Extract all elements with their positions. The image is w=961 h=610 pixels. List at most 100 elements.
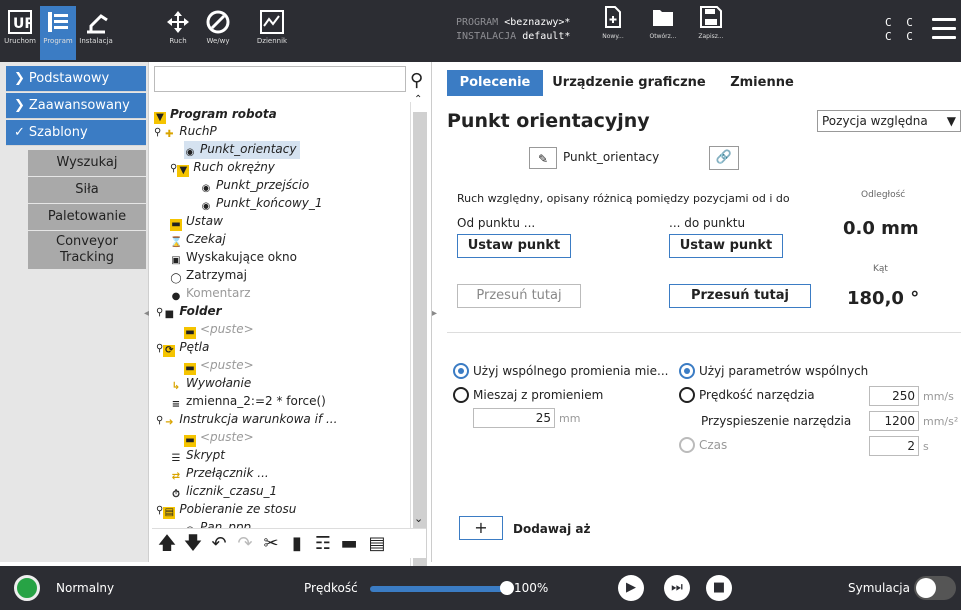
tab-zmienne[interactable]: Zmienne xyxy=(717,70,807,96)
position-type-select[interactable]: Pozycja względna ▼ xyxy=(817,110,961,132)
tree-node-destack[interactable]: ⚲▤ Pobieranie ze stosu xyxy=(156,501,296,519)
tab-urzadzenie-graficzne[interactable]: Urządzenie graficzne xyxy=(549,70,709,96)
speed-slider[interactable] xyxy=(370,586,508,592)
suppress-icon[interactable]: ▤ xyxy=(366,533,388,555)
radius-shared-radio[interactable]: Użyj wspólnego promienia mie... xyxy=(453,362,668,380)
undo-icon[interactable]: ↶ xyxy=(208,533,230,555)
time-radio[interactable]: Czas xyxy=(679,436,727,454)
pencil-icon[interactable]: ✎ xyxy=(529,146,557,169)
time-field[interactable]: 2 xyxy=(869,436,919,456)
tree-node-via-point[interactable]: ◉ Punkt_przejścio xyxy=(200,177,310,195)
nav-zaawansowany[interactable]: ❯ Zaawansowany xyxy=(6,93,146,119)
nav-szablony[interactable]: ✓ Szablony xyxy=(6,120,146,146)
move-down-icon[interactable]: 🡇 xyxy=(182,533,204,555)
tree-node-wait[interactable]: ⌛ Czekaj xyxy=(170,231,226,249)
tree-toggle-icon[interactable]: ⚲ xyxy=(170,163,177,174)
template-wyszukaj[interactable]: Wyszukaj xyxy=(28,150,146,176)
step-icon[interactable]: ⏭ xyxy=(664,575,690,601)
nav-podstawowy[interactable]: ❯ Podstawowy xyxy=(6,66,146,92)
nav-wewy-button[interactable]: We/wy xyxy=(200,6,236,60)
cc-row-1: C C xyxy=(885,16,917,29)
tree-toggle-icon[interactable]: ⚲ xyxy=(156,505,163,516)
add-until-button[interactable]: + xyxy=(459,516,503,540)
to-set-point-button[interactable]: Ustaw punkt xyxy=(669,234,783,258)
tree-node-ruchp[interactable]: ⚲ ✚ RuchP xyxy=(154,123,217,141)
link-icon[interactable]: 🔗 xyxy=(709,146,739,170)
open-file-button[interactable]: Otwórz... xyxy=(644,6,682,40)
tree-node-empty[interactable]: ▬ <puste> xyxy=(184,429,254,447)
move-up-icon[interactable]: 🡅 xyxy=(156,533,178,555)
paste-icon[interactable]: ☶ xyxy=(312,533,334,555)
tool-speed-unit: mm/s xyxy=(923,390,954,403)
scrollbar-thumb[interactable] xyxy=(413,112,427,572)
search-icon[interactable]: ⚲ xyxy=(410,70,423,91)
tree-search-input[interactable] xyxy=(154,66,406,92)
tree-node-empty[interactable]: ▬ <puste> xyxy=(184,321,254,339)
copy-icon[interactable]: ▮ xyxy=(286,533,308,555)
tool-speed-radio[interactable]: Prędkość narzędzia xyxy=(679,386,815,404)
panel-divider-handle[interactable]: ◂ xyxy=(144,308,149,319)
angle-label: Kąt xyxy=(873,264,888,274)
nav-program-label: Program xyxy=(43,37,73,45)
tree-node-label: Skrypt xyxy=(186,448,225,462)
to-move-here-button[interactable]: Przesuń tutaj xyxy=(669,284,811,308)
tree-toggle-icon[interactable]: ⚲ xyxy=(156,343,163,354)
save-file-button[interactable]: Zapisz... xyxy=(692,6,730,40)
blend-radius-field[interactable]: 25 xyxy=(473,408,555,428)
play-icon[interactable]: ▶ xyxy=(618,575,644,601)
template-conveyor-tracking[interactable]: Conveyor Tracking xyxy=(28,231,146,269)
params-shared-radio[interactable]: Użyj parametrów wspólnych xyxy=(679,362,868,380)
stop-icon[interactable]: ■ xyxy=(706,575,732,601)
nav-uruchom-button[interactable]: UR Uruchom xyxy=(2,6,38,60)
simulation-toggle[interactable] xyxy=(914,576,956,600)
radius-blend-radio[interactable]: Mieszaj z promieniem xyxy=(453,386,603,404)
scroll-down-icon[interactable]: ⌄ xyxy=(414,512,423,525)
tool-accel-field[interactable]: 1200 xyxy=(869,411,919,431)
template-sila[interactable]: Siła xyxy=(28,177,146,203)
tree-node-script[interactable]: ☰ Skrypt xyxy=(170,447,225,465)
tab-polecenie[interactable]: Polecenie xyxy=(447,70,543,96)
tree-node-circle-move[interactable]: ⚲ ▼ Ruch okrężny xyxy=(170,159,275,177)
chevron-right-icon: ❯ xyxy=(14,71,25,86)
tree-node-if[interactable]: ⚲ ➜ Instrukcja warunkowa if ... xyxy=(156,411,337,429)
tree-node-assignment[interactable]: ≡ zmienna_2:=2 * force() xyxy=(170,393,326,411)
from-set-point-button[interactable]: Ustaw punkt xyxy=(457,234,571,258)
robot-status-icon[interactable] xyxy=(14,575,40,601)
tree-node-label: licznik_czasu_1 xyxy=(186,484,278,498)
nav-program-button[interactable]: Program xyxy=(40,6,76,60)
nav-ruch-button[interactable]: Ruch xyxy=(160,6,196,60)
cut-icon[interactable]: ✂ xyxy=(260,533,282,555)
tree-node-label: <puste> xyxy=(200,358,254,372)
tree-node-program[interactable]: ▼ Program robota xyxy=(154,106,277,124)
from-move-here-button[interactable]: Przesuń tutaj xyxy=(457,284,581,308)
tree-node-switch[interactable]: ⇄ Przełącznik ... xyxy=(170,465,269,483)
tree-node-comment[interactable]: ● Komentarz xyxy=(170,285,251,303)
delete-icon[interactable]: ▬ xyxy=(338,533,360,555)
template-paletowanie[interactable]: Paletowanie xyxy=(28,204,146,230)
tree-node-call[interactable]: ↳ Wywołanie xyxy=(170,375,251,393)
hamburger-menu-icon[interactable] xyxy=(932,18,956,45)
nav-instalacja-button[interactable]: Instalacja xyxy=(78,6,114,60)
tree-node-waypoint-selected[interactable]: ◉ Punkt_orientacy xyxy=(184,141,301,159)
tree-node-loop[interactable]: ⚲ ⟳ Pętla xyxy=(156,339,209,357)
tree-node-partial[interactable]: ◉Pan_ppp xyxy=(184,519,251,528)
tree-node-label: Pobieranie ze stosu xyxy=(179,502,297,516)
tree-toggle-icon[interactable]: ⚲ xyxy=(154,127,161,138)
tree-node-folder[interactable]: ⚲■ Folder xyxy=(156,303,222,321)
tree-node-end-point[interactable]: ◉ Punkt_końcowy_1 xyxy=(200,195,323,213)
tree-node-empty[interactable]: ▬ <puste> xyxy=(184,357,254,375)
redo-icon[interactable]: ↷ xyxy=(234,533,256,555)
tool-speed-field[interactable]: 250 xyxy=(869,386,919,406)
tree-node-set[interactable]: ▬ Ustaw xyxy=(170,213,223,231)
tree-node-timer[interactable]: ⏱ licznik_czasu_1 xyxy=(170,483,277,501)
speed-slider-handle[interactable] xyxy=(500,581,514,595)
tree-toggle-icon[interactable]: ⚲ xyxy=(156,307,163,318)
tree-node-halt[interactable]: ◯ Zatrzymaj xyxy=(170,267,247,285)
scroll-up-icon[interactable]: ⌃ xyxy=(414,94,422,105)
nav-dziennik-button[interactable]: Dziennik xyxy=(252,6,292,60)
robot-arm-icon xyxy=(87,14,108,34)
tree-toolbar: 🡅 🡇 ↶ ↷ ✂ ▮ ☶ ▬ ▤ xyxy=(152,528,426,558)
new-file-button[interactable]: Nowy... xyxy=(596,6,630,40)
tree-toggle-icon[interactable]: ⚲ xyxy=(156,415,163,426)
tree-node-popup[interactable]: ▣ Wyskakujące okno xyxy=(170,249,297,267)
